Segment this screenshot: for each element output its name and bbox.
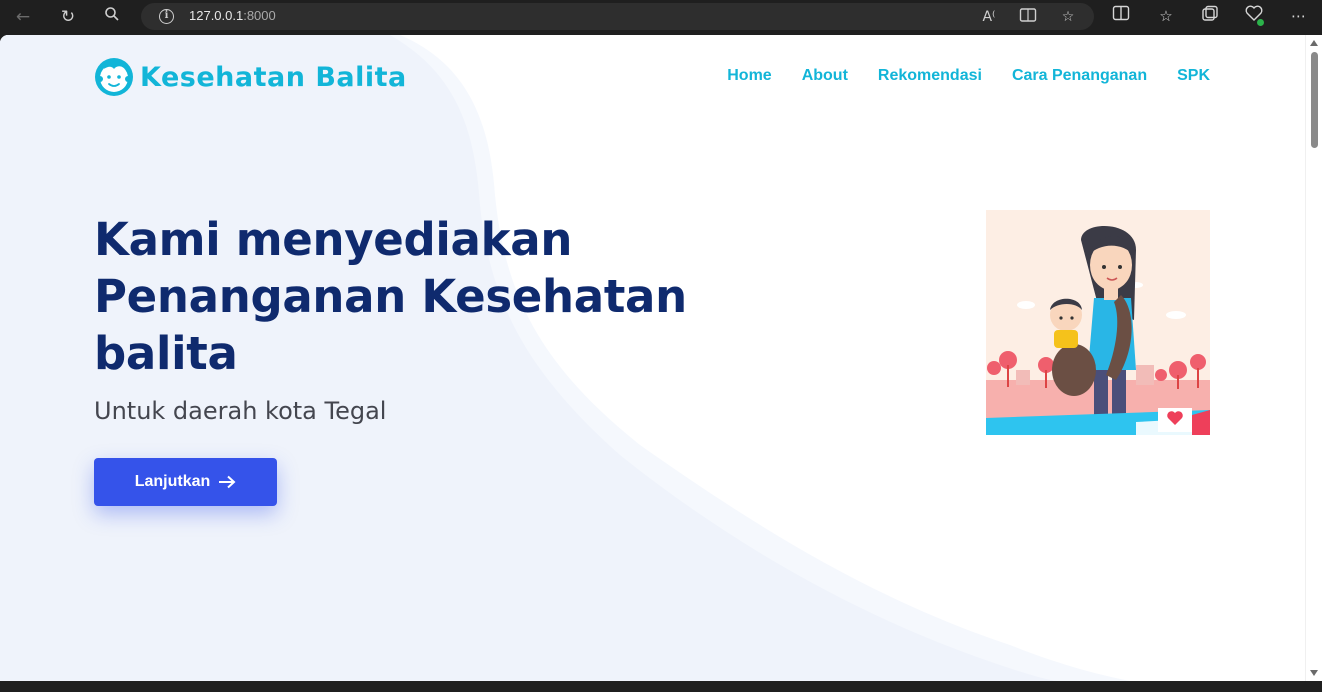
browser-essentials-icon[interactable] [1243, 5, 1265, 27]
hero-title: Kami menyediakan Penanganan Kesehatan ba… [94, 213, 687, 380]
nav-item-cara-penanganan[interactable]: Cara Penanganan [1012, 67, 1147, 85]
baby-face-logo-icon [95, 58, 133, 96]
scroll-up-arrow-icon[interactable] [1310, 40, 1318, 46]
back-arrow-icon[interactable]: ← [12, 6, 34, 28]
nav-item-home[interactable]: Home [727, 67, 771, 85]
read-aloud-icon[interactable]: A⁽ [979, 7, 999, 27]
brand-name: Kesehatan Balita [140, 61, 407, 93]
browser-toolbar: ← ↻ i 127.0.0.1:8000 A⁽ ☆ ☆ ⋯ [0, 0, 1322, 33]
nav-item-about[interactable]: About [802, 67, 848, 85]
search-icon[interactable] [101, 6, 123, 28]
site-info-icon[interactable]: i [159, 9, 174, 24]
immersive-reader-icon[interactable] [1018, 7, 1038, 27]
more-menu-icon[interactable]: ⋯ [1288, 5, 1310, 27]
taskbar-edge [0, 681, 1322, 692]
hero-subtitle: Untuk daerah kota Tegal [94, 397, 387, 425]
favorite-star-icon[interactable]: ☆ [1058, 7, 1078, 27]
nav-item-spk[interactable]: SPK [1177, 67, 1210, 85]
page-viewport: Kesehatan Balita Home About Rekomendasi … [0, 35, 1318, 681]
main-nav: Home About Rekomendasi Cara Penanganan S… [727, 67, 1210, 85]
collections-icon[interactable] [1199, 5, 1221, 27]
mother-baby-illustration [986, 210, 1210, 435]
split-screen-icon[interactable] [1110, 5, 1132, 27]
continue-button-label: Lanjutkan [134, 473, 211, 490]
brand-logo[interactable]: Kesehatan Balita [94, 57, 407, 97]
scrollbar-thumb[interactable] [1311, 52, 1318, 148]
favorites-icon[interactable]: ☆ [1155, 5, 1177, 27]
nav-item-rekomendasi[interactable]: Rekomendasi [878, 67, 982, 85]
arrow-right-icon [219, 475, 236, 489]
page-scrollbar[interactable] [1305, 35, 1322, 681]
continue-button[interactable]: Lanjutkan [94, 458, 277, 506]
reload-icon[interactable]: ↻ [57, 6, 79, 28]
address-bar[interactable]: i 127.0.0.1:8000 A⁽ ☆ [141, 3, 1094, 30]
url-text[interactable]: 127.0.0.1:8000 [189, 8, 276, 23]
scroll-down-arrow-icon[interactable] [1310, 670, 1318, 676]
